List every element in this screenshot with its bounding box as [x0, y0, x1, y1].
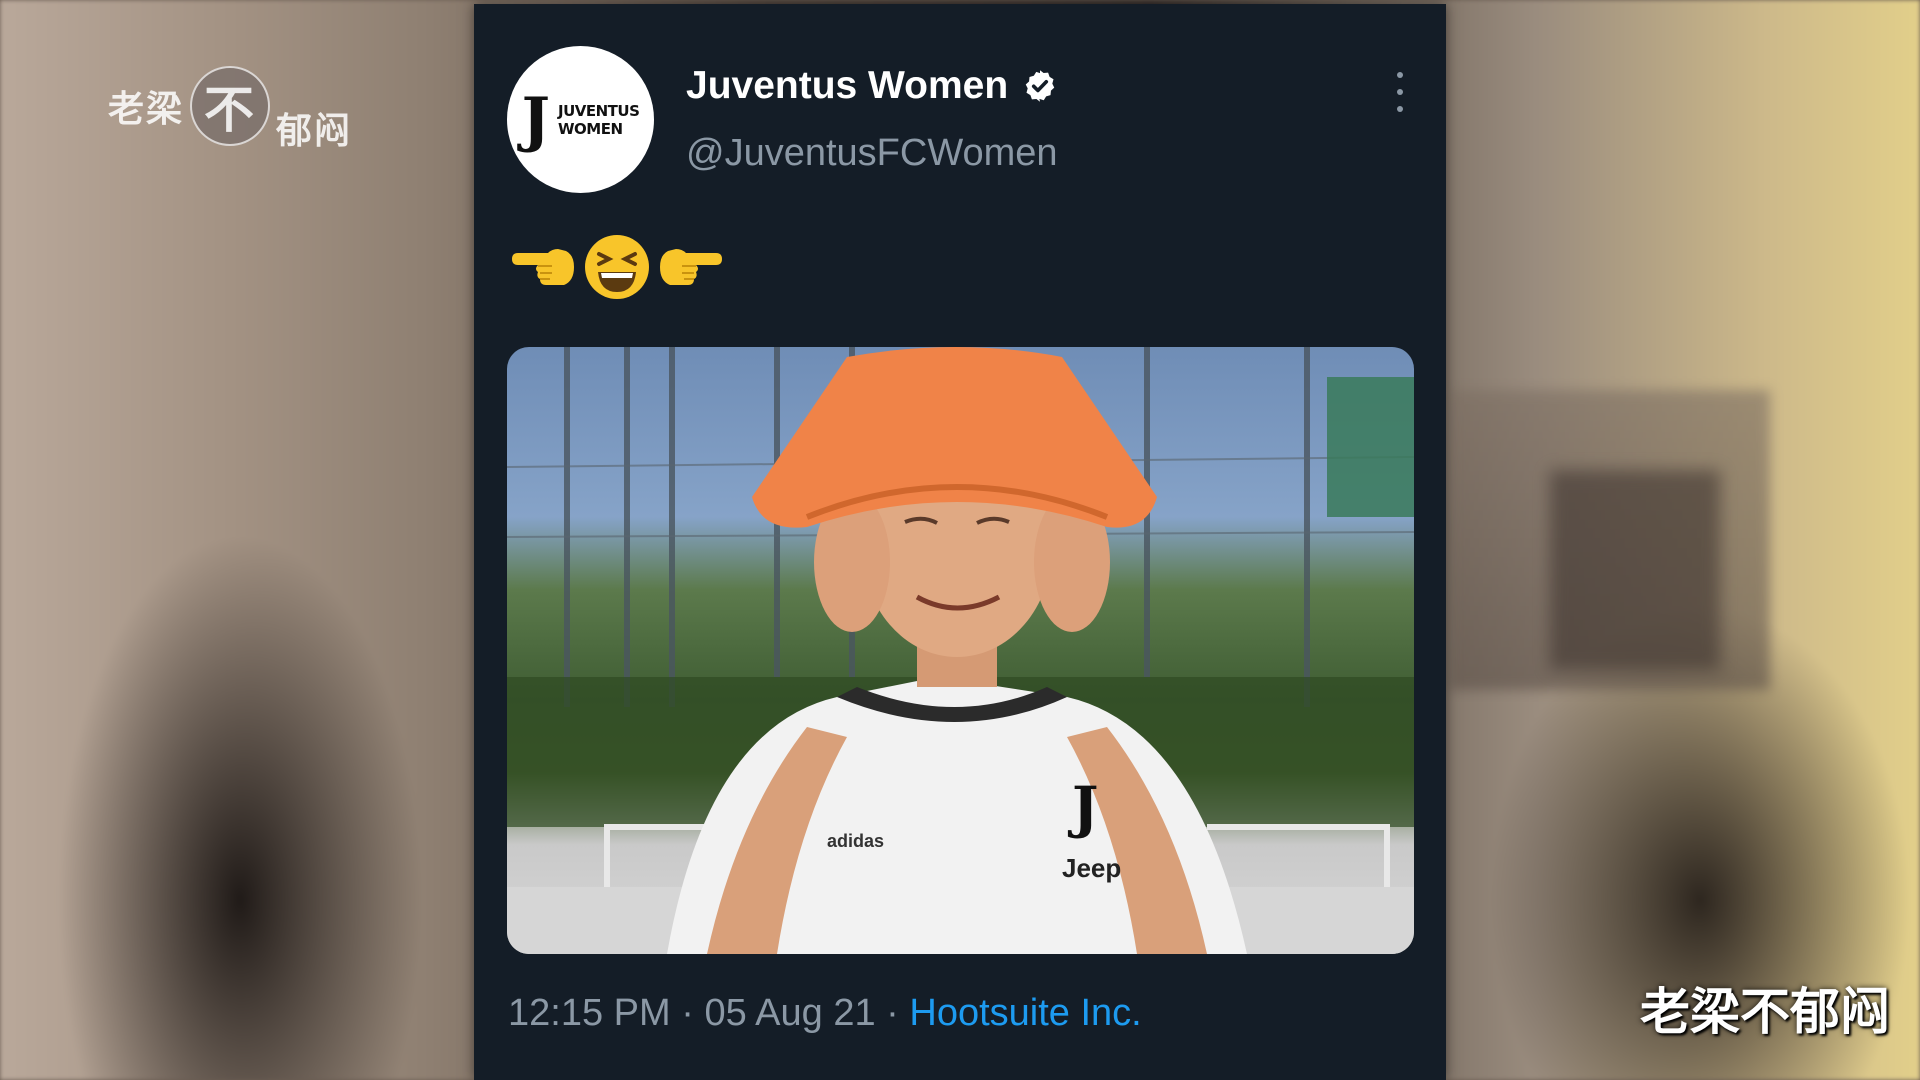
avatar-logo-line1: JUVENTUS — [558, 101, 640, 120]
point-right-emoji — [660, 249, 722, 285]
tweet-card[interactable]: J JUVENTUS WOMEN Juventus Women @Juventu… — [474, 4, 1446, 1080]
jersey-sponsor-text: Jeep — [1062, 853, 1121, 883]
tweet-date[interactable]: 05 Aug 21 — [704, 992, 875, 1034]
background-frame — [1550, 470, 1720, 670]
juventus-logo-icon: J — [521, 84, 550, 155]
meta-separator: · — [886, 992, 899, 1034]
tweet-text — [508, 232, 726, 302]
svg-text:J: J — [1067, 775, 1099, 841]
watermark-text-a: 老梁 — [108, 89, 185, 130]
display-name[interactable]: Juventus Women — [686, 64, 1008, 108]
more-options-icon[interactable] — [1394, 72, 1406, 112]
dot-icon — [1397, 106, 1403, 112]
watermark-bottom-right: 老梁不郁闷 — [1640, 983, 1890, 1041]
point-left-emoji — [512, 249, 574, 285]
laughing-face-emoji — [585, 235, 649, 299]
tweet-source-link[interactable]: Hootsuite Inc. — [909, 992, 1141, 1034]
dot-icon — [1397, 72, 1403, 78]
watermark-top-left: 老梁 不 郁闷 — [108, 58, 352, 154]
verified-badge-icon — [1025, 70, 1055, 102]
user-handle[interactable]: @JuventusFCWomen — [686, 132, 1058, 175]
watermark-circle: 不 — [190, 66, 271, 146]
avatar-logo-line2: WOMEN — [558, 119, 623, 138]
tweet-meta: 12:15 PM · 05 Aug 21 · Hootsuite Inc. — [508, 992, 1142, 1035]
jersey-brand-text: adidas — [827, 831, 884, 851]
dot-icon — [1397, 89, 1403, 95]
avatar[interactable]: J JUVENTUS WOMEN — [507, 46, 654, 193]
watermark-text-b: 郁闷 — [276, 111, 353, 152]
avatar-logo-text: JUVENTUS WOMEN — [558, 101, 640, 138]
tweet-photo[interactable]: J Jeep adidas — [507, 347, 1414, 954]
tweet-time[interactable]: 12:15 PM — [508, 992, 671, 1034]
meta-separator: · — [681, 992, 694, 1034]
author-name-row: Juventus Women — [686, 64, 1058, 108]
photo-scene: J Jeep adidas — [507, 347, 1414, 954]
